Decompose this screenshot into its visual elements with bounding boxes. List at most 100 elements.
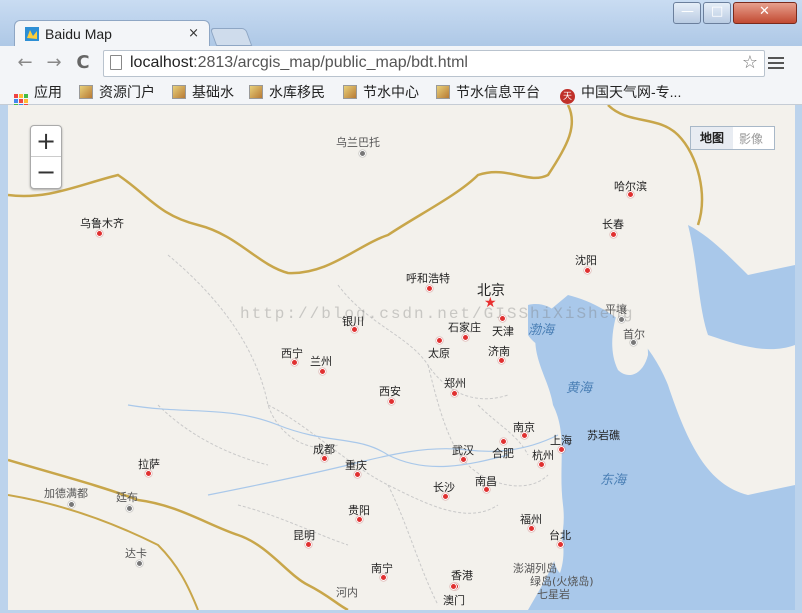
city-marker-icon[interactable] <box>630 339 637 346</box>
city-label: 苏岩礁 <box>587 429 620 442</box>
city-label: 乌兰巴托 <box>336 136 380 149</box>
map-favicon-icon <box>25 27 39 41</box>
bookmark-icon <box>436 85 450 99</box>
city-label: 兰州 <box>310 355 332 368</box>
zoom-in-button[interactable]: + <box>31 126 61 157</box>
zoom-out-button[interactable]: − <box>31 157 61 187</box>
city-marker-icon[interactable] <box>305 541 312 548</box>
city-label-beijing: 北京 <box>477 283 505 299</box>
city-marker-icon[interactable] <box>500 438 507 445</box>
city-label: 天津 <box>492 325 514 338</box>
tab-close-icon[interactable]: × <box>188 26 199 41</box>
bookmark-water-saving-center[interactable]: 节水中心 <box>343 83 419 101</box>
tab-baidu-map[interactable]: Baidu Map × <box>14 20 210 47</box>
city-marker-icon[interactable] <box>618 316 625 323</box>
city-marker-icon[interactable] <box>450 583 457 590</box>
city-label: 昆明 <box>293 529 315 542</box>
city-label: 加德满都 <box>44 487 88 500</box>
weather-logo-icon: 天 <box>560 89 575 104</box>
city-marker-icon[interactable] <box>351 326 358 333</box>
city-marker-icon[interactable] <box>359 150 366 157</box>
bookmark-apps-label: 应用 <box>34 84 62 100</box>
minimize-icon: — <box>681 4 694 19</box>
city-marker-icon[interactable] <box>627 191 634 198</box>
city-marker-icon[interactable] <box>426 285 433 292</box>
bookmark-star-icon[interactable]: ☆ <box>742 52 758 73</box>
address-bar[interactable]: localhost:2813/arcgis_map/public_map/bdt… <box>103 50 765 77</box>
back-button[interactable]: ← <box>14 52 36 74</box>
city-label: 达卡 <box>125 547 147 560</box>
city-marker-icon[interactable] <box>558 446 565 453</box>
city-label: 沈阳 <box>575 254 597 267</box>
city-label: 澳门 <box>443 594 465 607</box>
new-tab-button[interactable] <box>209 28 253 46</box>
bookmark-icon <box>343 85 357 99</box>
city-marker-icon[interactable] <box>68 501 75 508</box>
city-label: 香港 <box>451 569 473 582</box>
city-marker-icon[interactable] <box>145 470 152 477</box>
city-marker-icon[interactable] <box>319 368 326 375</box>
city-marker-icon[interactable] <box>584 267 591 274</box>
city-marker-icon[interactable] <box>96 230 103 237</box>
bookmark-apps[interactable]: 应用 <box>14 83 62 108</box>
city-label: 太原 <box>428 347 450 360</box>
map-base-layer <box>8 105 795 610</box>
city-marker-icon[interactable] <box>483 486 490 493</box>
city-marker-icon[interactable] <box>528 525 535 532</box>
bookmark-china-weather[interactable]: 天中国天气网-专... <box>560 83 682 104</box>
map-type-switcher: 地图 影像 <box>690 126 775 150</box>
city-label: 石家庄 <box>448 321 481 334</box>
bookmark-label: 资源门户 <box>99 84 155 100</box>
menu-icon[interactable] <box>768 54 784 72</box>
city-marker-icon[interactable] <box>557 541 564 548</box>
city-marker-icon[interactable] <box>321 455 328 462</box>
map-type-map-button[interactable]: 地图 <box>691 127 733 149</box>
city-marker-icon[interactable] <box>126 505 133 512</box>
bookmark-label: 中国天气网-专... <box>581 84 682 100</box>
city-marker-icon[interactable] <box>388 398 395 405</box>
city-marker-icon[interactable] <box>354 471 361 478</box>
city-marker-icon[interactable] <box>436 337 443 344</box>
city-marker-icon[interactable] <box>460 456 467 463</box>
map-canvas[interactable]: http://blog.csdn.net/GISShiXiSheng + − 地… <box>8 105 795 610</box>
bookmark-icon <box>172 85 186 99</box>
city-marker-icon[interactable] <box>380 574 387 581</box>
watermark-text: http://blog.csdn.net/GISShiXiSheng <box>240 305 635 323</box>
city-marker-icon[interactable] <box>538 461 545 468</box>
bookmark-icon <box>249 85 263 99</box>
minimize-button[interactable]: — <box>673 2 701 24</box>
browser-window: Baidu Map × — □ ✕ ← → C localhost:2813/a… <box>0 0 802 613</box>
city-marker-icon[interactable] <box>442 493 449 500</box>
zoom-control: + − <box>30 125 62 189</box>
city-marker-icon[interactable] <box>462 334 469 341</box>
bookmark-label: 基础水 <box>192 84 234 100</box>
url-path: :2813/arcgis_map/public_map/bdt.html <box>193 54 468 71</box>
city-marker-icon[interactable] <box>136 560 143 567</box>
city-label: 七星岩 <box>537 588 570 601</box>
title-bar: Baidu Map × — □ ✕ <box>0 0 802 47</box>
url-text[interactable]: localhost:2813/arcgis_map/public_map/bdt… <box>130 54 468 72</box>
city-marker-icon[interactable] <box>499 315 506 322</box>
bookmark-water-saving-platform[interactable]: 节水信息平台 <box>436 83 540 101</box>
city-label: 郑州 <box>444 377 466 390</box>
reload-button[interactable]: C <box>72 52 94 74</box>
city-marker-icon[interactable] <box>356 516 363 523</box>
bookmark-reservoir-migration[interactable]: 水库移民 <box>249 83 325 101</box>
maximize-button[interactable]: □ <box>703 2 731 24</box>
bookmark-label: 水库移民 <box>269 84 325 100</box>
sea-label-bohai: 渤海 <box>528 323 555 338</box>
bookmark-resource-portal[interactable]: 资源门户 <box>79 83 155 101</box>
close-window-button[interactable]: ✕ <box>733 2 797 24</box>
city-marker-icon[interactable] <box>291 359 298 366</box>
city-marker-icon[interactable] <box>610 231 617 238</box>
city-marker-icon[interactable] <box>451 390 458 397</box>
city-marker-icon[interactable] <box>521 432 528 439</box>
map-type-satellite-button[interactable]: 影像 <box>739 130 763 147</box>
bookmark-label: 节水中心 <box>363 84 419 100</box>
city-marker-icon[interactable] <box>498 357 505 364</box>
bookmark-basic-water[interactable]: 基础水 <box>172 83 234 101</box>
city-label: 呼和浩特 <box>406 272 450 285</box>
forward-button[interactable]: → <box>43 52 65 74</box>
url-host: localhost <box>130 54 194 71</box>
city-label: 长春 <box>602 218 624 231</box>
